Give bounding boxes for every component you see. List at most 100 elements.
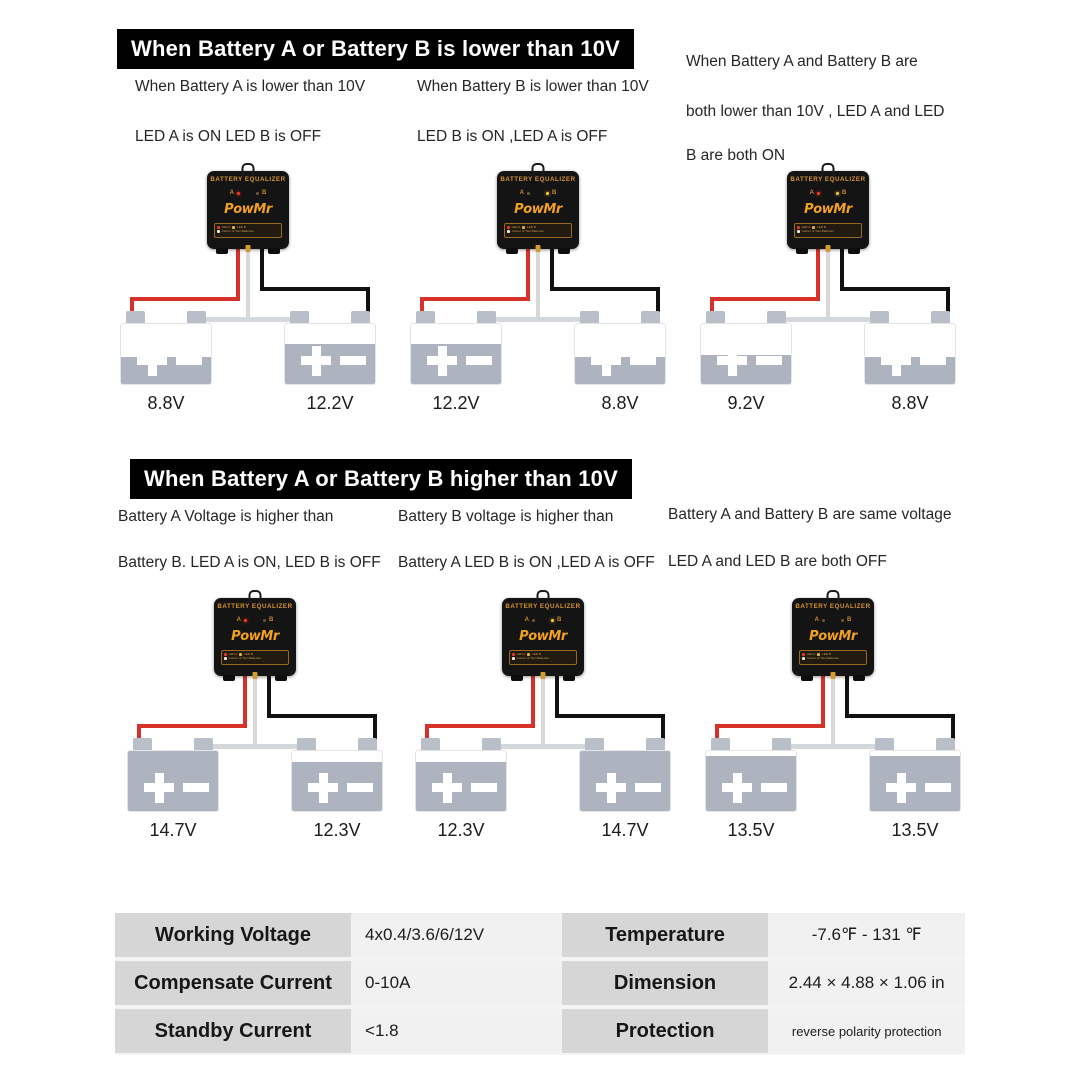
led-b-dot <box>263 618 266 622</box>
caption-line: Battery A Voltage is higher than <box>118 508 334 525</box>
device-brand-logo: PowMr <box>231 629 279 644</box>
wire-positive-vertical <box>816 249 820 297</box>
battery-plus-v <box>732 772 742 803</box>
sticker-white-dot <box>217 230 220 233</box>
led-a-dot <box>822 618 825 622</box>
battery-equalizer-device: BATTERY EQUALIZER A B PowMr LED A LED B Center… <box>792 590 874 681</box>
battery-minus <box>471 783 497 792</box>
sticker-red-dot <box>217 226 220 229</box>
sticker-row-center: Center of Two Batteries <box>507 229 569 234</box>
spec-label-right: Protection <box>561 1009 769 1053</box>
battery-right: 14.7V <box>579 738 671 848</box>
caption-line: both lower than 10V , LED A and LED <box>686 103 945 120</box>
led-indicator-b: B <box>256 190 266 196</box>
wire-negative-vertical <box>845 676 849 714</box>
device-connector-right <box>563 675 575 681</box>
sticker-white-dot <box>512 657 515 660</box>
led-a-dot <box>817 191 820 195</box>
device-connector-left <box>796 248 808 254</box>
device-connector-left <box>506 248 518 254</box>
wire-center-vertical <box>831 676 835 746</box>
sticker-red-dot <box>507 226 510 229</box>
led-a-dot <box>244 618 247 622</box>
led-indicator-a: A <box>815 617 825 623</box>
battery-voltage-label: 14.7V <box>601 820 649 840</box>
led-b-label: B <box>557 617 562 623</box>
device-center-plug <box>245 245 251 252</box>
battery-voltage-label: 12.3V <box>313 820 361 840</box>
battery-voltage-label: 8.8V <box>891 393 929 413</box>
wire-positive-horizontal <box>130 297 240 301</box>
caption-line: Battery B. LED A is ON, LED B is OFF <box>118 554 381 571</box>
device-info-sticker: LED A LED B Center of Two Batteries <box>214 223 282 238</box>
sticker-white-dot <box>224 657 227 660</box>
device-connector-left <box>216 248 228 254</box>
battery-plus-v <box>147 345 157 376</box>
device-hanger-loop <box>248 590 262 603</box>
device-brand-logo: PowMr <box>514 202 562 217</box>
wire-center-vertical <box>253 676 257 746</box>
battery-voltage-label: 8.8V <box>601 393 639 413</box>
sticker-row-center: Center of Two Batteries <box>802 656 864 661</box>
caption-line: When Battery B is lower than 10V <box>417 78 649 95</box>
spec-value-right: reverse polarity protection <box>768 1009 965 1053</box>
led-indicator-a: A <box>230 190 240 196</box>
battery-plus-v <box>896 772 906 803</box>
caption-line: Battery A LED B is ON ,LED A is OFF <box>398 554 655 571</box>
battery-voltage-label: 8.8V <box>147 393 185 413</box>
battery-minus <box>630 356 656 365</box>
battery-plus-v <box>442 772 452 803</box>
sticker-center-text: Center of Two Batteries <box>806 656 839 661</box>
battery-left: 14.7V <box>127 738 219 848</box>
device-led-indicators: AB <box>502 617 584 623</box>
led-b-label: B <box>552 190 557 196</box>
caption-line: Battery A and Battery B are same voltage <box>668 506 952 523</box>
spec-label-right: Dimension <box>561 961 769 1005</box>
wire-positive-vertical <box>243 676 247 724</box>
device-hanger-loop <box>531 163 545 176</box>
battery-body <box>410 323 502 385</box>
wire-negative-vertical <box>260 249 264 287</box>
battery-voltage-label: 12.2V <box>306 393 354 413</box>
battery-body <box>579 750 671 812</box>
battery-left: 9.2V <box>700 311 792 421</box>
device-center-plug <box>540 672 546 679</box>
led-b-label: B <box>262 190 267 196</box>
battery-voltage-label: 14.7V <box>149 820 197 840</box>
device-connector-right <box>848 248 860 254</box>
device-hanger-loop <box>241 163 255 176</box>
battery-left: 13.5V <box>705 738 797 848</box>
device-hanger-loop <box>826 590 840 603</box>
device-center-plug <box>830 672 836 679</box>
battery-plus-v <box>437 345 447 376</box>
sticker-row-center: Center of Two Batteries <box>224 656 286 661</box>
led-a-dot <box>532 618 535 622</box>
battery-body <box>700 323 792 385</box>
device-info-sticker: LED A LED B Center of Two Batteries <box>221 650 289 665</box>
wire-negative-horizontal <box>550 287 660 291</box>
wire-positive-horizontal <box>137 724 247 728</box>
device-connector-left <box>511 675 523 681</box>
wire-center-vertical <box>536 249 540 319</box>
sticker-center-text: Center of Two Batteries <box>511 229 544 234</box>
device-connector-left <box>801 675 813 681</box>
led-indicator-a: A <box>237 617 247 623</box>
battery-body <box>864 323 956 385</box>
section-header-2: When Battery A or Battery B higher than … <box>130 459 632 500</box>
battery-minus <box>340 356 366 365</box>
sticker-red-dot <box>802 653 805 656</box>
battery-plus-v <box>891 345 901 376</box>
battery-right: 8.8V <box>574 311 666 421</box>
battery-body <box>120 323 212 385</box>
device-brand-logo: PowMr <box>519 629 567 644</box>
battery-minus <box>925 783 951 792</box>
device-connector-right <box>268 248 280 254</box>
led-indicator-a: A <box>520 190 530 196</box>
spec-label-left: Standby Current <box>115 1009 352 1053</box>
sticker-center-text: Center of Two Batteries <box>228 656 261 661</box>
battery-equalizer-device: BATTERY EQUALIZER A B PowMr LED A LED B Center… <box>497 163 579 254</box>
wire-positive-vertical <box>526 249 530 297</box>
spec-value-left: 4x0.4/3.6/6/12V <box>351 913 562 957</box>
led-a-label: A <box>814 617 819 623</box>
battery-right: 8.8V <box>864 311 956 421</box>
